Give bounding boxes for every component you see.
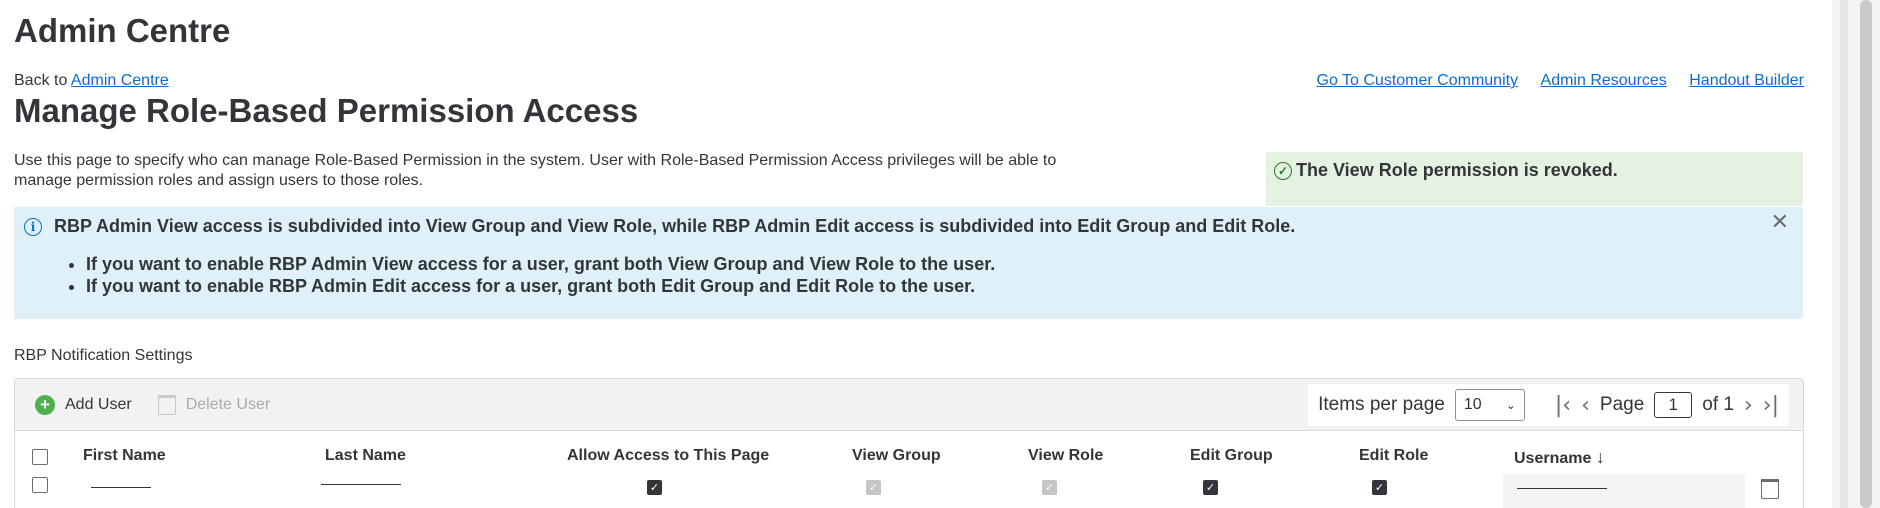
info-bullet: If you want to enable RBP Admin Edit acc… <box>86 275 1793 297</box>
page-number-input[interactable]: 1 <box>1654 392 1693 418</box>
edit-group-checkbox[interactable]: ✓ <box>1203 480 1218 495</box>
column-header-username[interactable]: Username ↓ <box>1514 447 1605 468</box>
column-header-last-name[interactable]: Last Name <box>325 447 406 465</box>
page-total-label: of 1 <box>1702 394 1734 415</box>
add-user-label: Add User <box>65 395 132 413</box>
add-icon: + <box>35 394 55 415</box>
info-heading: RBP Admin View access is subdivided into… <box>54 216 1296 236</box>
items-per-page-label: Items per page <box>1318 394 1445 415</box>
first-page-icon[interactable]: |‹ <box>1555 393 1571 418</box>
pagination: Items per page 10 ⌄ |‹ ‹ Page 1 of 1 › ›… <box>1308 384 1789 426</box>
admin-resources-link[interactable]: Admin Resources <box>1541 72 1667 89</box>
toast-message: The View Role permission is revoked. <box>1296 160 1618 180</box>
first-name-redacted <box>91 487 151 488</box>
allow-access-checkbox[interactable]: ✓ <box>647 480 662 495</box>
column-header-first-name[interactable]: First Name <box>83 447 166 465</box>
last-name-redacted <box>321 484 401 485</box>
username-cell <box>1503 474 1745 508</box>
edit-role-checkbox[interactable]: ✓ <box>1372 480 1387 495</box>
info-bullet-list: If you want to enable RBP Admin View acc… <box>86 253 1793 297</box>
view-role-checkbox[interactable]: ✓ <box>1042 480 1057 495</box>
breadcrumb: Back to Admin Centre <box>14 72 169 90</box>
delete-user-label: Delete User <box>185 395 271 413</box>
customer-community-link[interactable]: Go To Customer Community <box>1317 72 1519 89</box>
trash-icon <box>157 394 176 415</box>
column-header-edit-group[interactable]: Edit Group <box>1190 447 1273 465</box>
column-header-allow-access[interactable]: Allow Access to This Page <box>567 447 769 465</box>
success-toast: ✓ The View Role permission is revoked. <box>1266 152 1803 206</box>
previous-page-icon[interactable]: ‹ <box>1581 393 1590 418</box>
row-select-checkbox[interactable] <box>32 477 48 493</box>
column-header-view-role[interactable]: View Role <box>1028 447 1103 465</box>
last-page-icon[interactable]: ›| <box>1763 393 1779 418</box>
users-table: + Add User Delete User Items per page 10… <box>14 378 1804 508</box>
page-scrollbar[interactable] <box>1832 0 1880 508</box>
items-per-page-value: 10 <box>1463 396 1482 413</box>
info-banner: i RBP Admin View access is subdivided in… <box>14 207 1803 319</box>
info-bullet: If you want to enable RBP Admin View acc… <box>86 253 1793 275</box>
username-header-label: Username <box>1514 450 1592 467</box>
username-redacted <box>1517 488 1607 489</box>
page-title: Manage Role-Based Permission Access <box>14 92 639 129</box>
items-per-page-select[interactable]: 10 ⌄ <box>1454 389 1525 421</box>
arrow-down-icon: ↓ <box>1595 447 1605 467</box>
page-label: Page <box>1599 394 1645 415</box>
scrollbar-track <box>1840 0 1848 508</box>
info-icon: i <box>24 217 42 236</box>
top-links: Go To Customer Community Admin Resources… <box>1299 72 1804 90</box>
admin-centre-link[interactable]: Admin Centre <box>71 72 169 89</box>
success-check-icon: ✓ <box>1274 162 1292 180</box>
view-group-checkbox[interactable]: ✓ <box>866 480 881 495</box>
table-toolbar: + Add User Delete User Items per page 10… <box>15 379 1803 431</box>
app-title: Admin Centre <box>14 12 231 49</box>
scrollbar-thumb[interactable] <box>1860 0 1872 508</box>
chevron-down-icon: ⌄ <box>1505 398 1516 412</box>
breadcrumb-prefix: Back to <box>14 72 71 89</box>
section-label: RBP Notification Settings <box>14 347 193 364</box>
page-description: Use this page to specify who can manage … <box>14 152 1057 189</box>
delete-user-button[interactable]: Delete User <box>157 394 271 415</box>
column-header-view-group[interactable]: View Group <box>852 447 941 465</box>
next-page-icon[interactable]: › <box>1744 393 1753 418</box>
close-icon[interactable]: ✕ <box>1771 209 1789 235</box>
row-delete-trash-icon[interactable] <box>1761 479 1779 499</box>
handout-builder-link[interactable]: Handout Builder <box>1689 72 1804 89</box>
column-header-edit-role[interactable]: Edit Role <box>1359 447 1428 465</box>
select-all-checkbox[interactable] <box>32 449 48 465</box>
add-user-button[interactable]: + Add User <box>35 394 132 415</box>
